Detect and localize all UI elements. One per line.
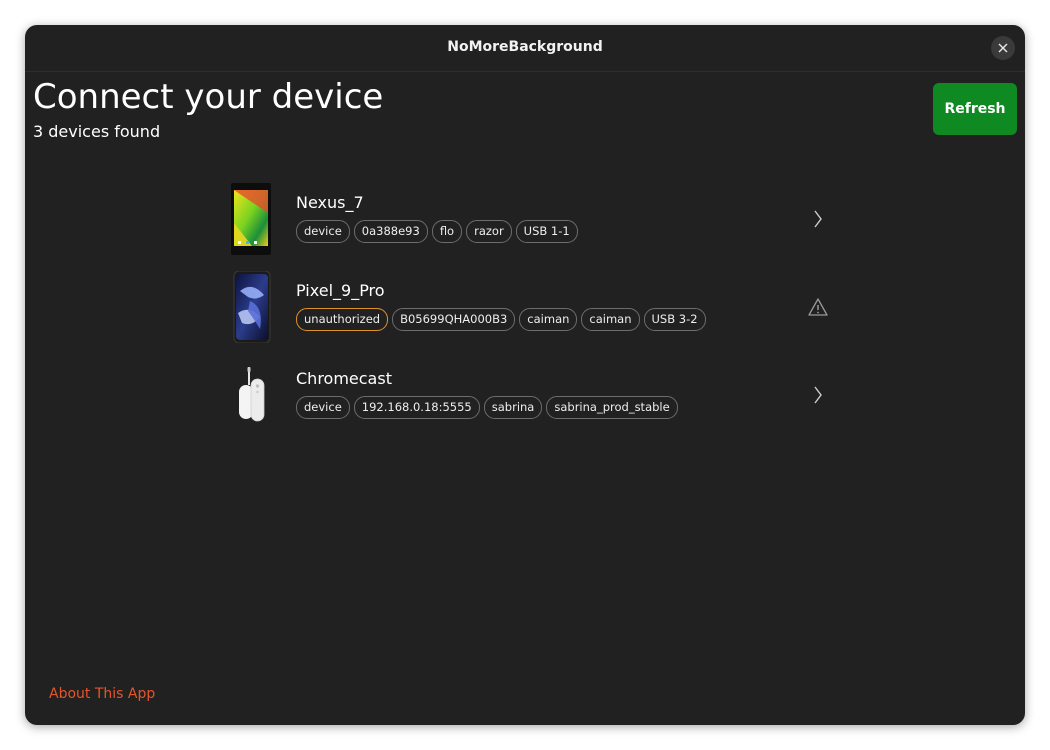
refresh-button[interactable]: Refresh [933, 83, 1017, 135]
close-button[interactable] [991, 36, 1015, 60]
device-codename-badge: sabrina [483, 396, 543, 419]
connection-badge: USB 3-2 [643, 308, 706, 331]
about-app-link[interactable]: About This App [49, 686, 155, 702]
serial-badge: 0a388e93 [353, 220, 428, 243]
chevron-right-icon[interactable] [808, 209, 828, 229]
device-codename-badge: flo [431, 220, 463, 243]
device-row-pixel-9-pro[interactable]: Pixel_9_Pro unauthorized B05699QHA000B3 … [230, 271, 830, 343]
device-tags: device 192.168.0.18:5555 sabrina sabrina… [296, 396, 678, 419]
tablet-image [231, 183, 271, 255]
chevron-right-icon[interactable] [808, 385, 828, 405]
app-window: NoMoreBackground Connect your device 3 d… [25, 25, 1025, 725]
device-count: 3 devices found [33, 122, 161, 141]
device-tags: device 0a388e93 flo razor USB 1-1 [296, 220, 578, 243]
status-badge: device [296, 220, 350, 243]
device-row-chromecast[interactable]: Chromecast device 192.168.0.18:5555 sabr… [230, 359, 830, 431]
serial-badge: B05699QHA000B3 [392, 308, 516, 331]
connection-badge: USB 1-1 [515, 220, 578, 243]
page-title: Connect your device [33, 77, 384, 117]
device-tags: unauthorized B05699QHA000B3 caiman caima… [296, 308, 706, 331]
device-row-nexus-7[interactable]: Nexus_7 device 0a388e93 flo razor USB 1-… [230, 183, 830, 255]
warning-icon [808, 298, 828, 316]
window-title: NoMoreBackground [447, 39, 603, 55]
device-codename-badge: caiman [519, 308, 578, 331]
title-bar: NoMoreBackground [25, 25, 1025, 72]
product-badge: caiman [581, 308, 640, 331]
chromecast-image [239, 367, 265, 422]
status-badge: device [296, 396, 350, 419]
close-icon [998, 43, 1008, 53]
product-badge: razor [466, 220, 512, 243]
address-badge: 192.168.0.18:5555 [353, 396, 480, 419]
status-badge: unauthorized [296, 308, 389, 331]
product-badge: sabrina_prod_stable [546, 396, 678, 419]
phone-image [233, 271, 271, 343]
device-name: Pixel_9_Pro [296, 281, 385, 300]
device-name: Chromecast [296, 369, 392, 388]
device-name: Nexus_7 [296, 193, 364, 212]
